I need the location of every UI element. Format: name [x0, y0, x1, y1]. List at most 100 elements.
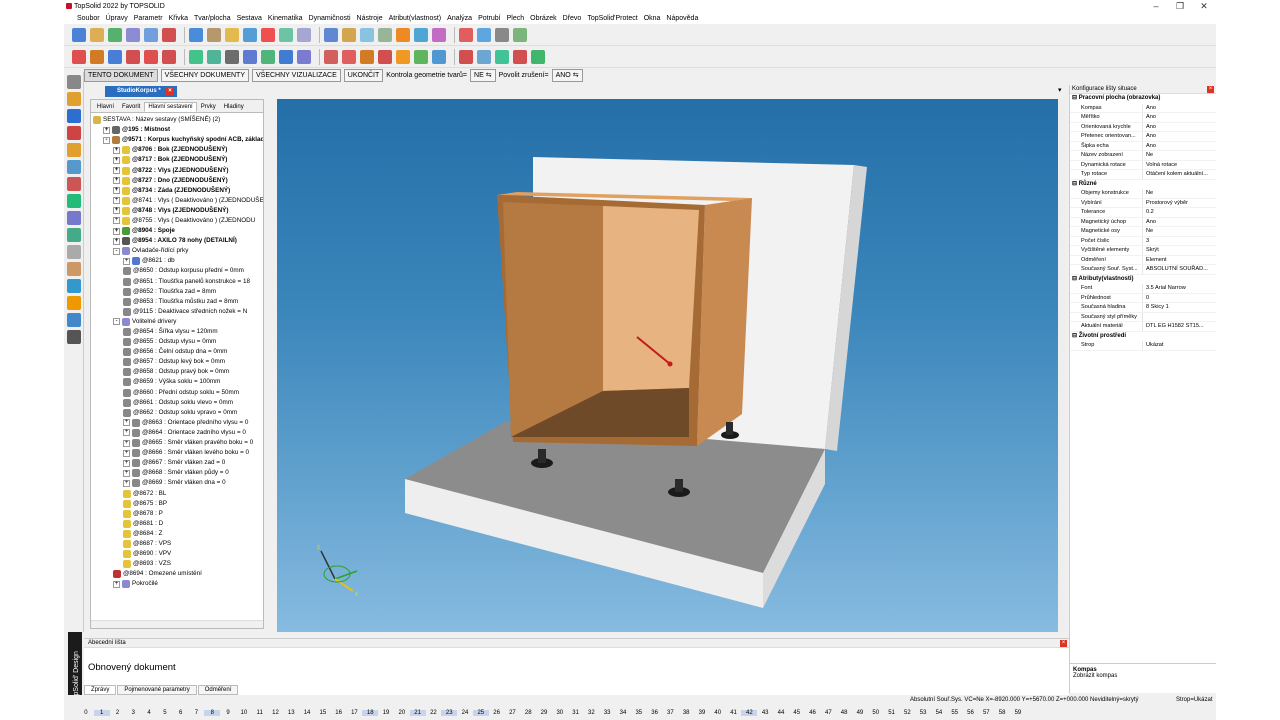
side-tool-icon[interactable] — [67, 296, 81, 310]
tree-node[interactable]: + @8668 : Směr vláken půdy = 0 — [91, 468, 263, 478]
expand-icon[interactable]: + — [123, 419, 130, 427]
side-tool-icon[interactable] — [67, 160, 81, 174]
drawing-tool-icon[interactable] — [279, 49, 293, 64]
main-tool-icon[interactable] — [378, 27, 392, 42]
property-row[interactable]: Vybírání Prostorový výběr — [1070, 198, 1216, 208]
property-row[interactable]: Měřítko Ano — [1070, 113, 1216, 123]
main-tool-icon[interactable] — [126, 27, 140, 42]
drawing-tool-icon[interactable] — [459, 49, 473, 64]
drawing-tool-icon[interactable] — [432, 49, 446, 64]
property-value[interactable]: Ano — [1142, 122, 1216, 131]
document-close-icon[interactable]: × — [166, 87, 174, 95]
layer-number[interactable]: 0 — [78, 710, 94, 716]
expand-icon[interactable]: + — [103, 126, 110, 134]
layer-number[interactable]: 19 — [378, 710, 394, 716]
drawing-tool-icon[interactable] — [495, 49, 509, 64]
main-tool-icon[interactable] — [477, 27, 491, 42]
property-value[interactable]: 0 — [1142, 293, 1216, 302]
property-row[interactable]: Počet číslic 3 — [1070, 236, 1216, 246]
layer-number[interactable]: 53 — [915, 710, 931, 716]
main-tool-icon[interactable] — [432, 27, 446, 42]
property-row[interactable]: Objemy konstrukce Ne — [1070, 189, 1216, 199]
tree-node[interactable]: + @8904 : Spoje — [91, 226, 263, 236]
drawing-tool-icon[interactable] — [126, 49, 140, 64]
property-value[interactable]: Ano — [1142, 141, 1216, 150]
layer-number[interactable]: 50 — [868, 710, 884, 716]
drawing-tool-icon[interactable] — [378, 49, 392, 64]
layer-number[interactable]: 21 — [409, 710, 426, 716]
side-tool-icon[interactable] — [67, 109, 81, 123]
tree-node[interactable]: + @8665 : Směr vláken pravého boku = 0 — [91, 438, 263, 448]
expand-icon[interactable]: + — [123, 459, 130, 467]
tree-node[interactable]: + @8722 : Vlys (ZJEDNODUŠENÝ) — [91, 165, 263, 175]
drawing-tool-icon[interactable] — [324, 49, 338, 64]
main-tool-icon[interactable] — [243, 27, 257, 42]
tree-node[interactable]: @8675 : BP — [91, 499, 263, 509]
layer-number[interactable]: 23 — [441, 710, 458, 716]
message-panel-close-icon[interactable]: × — [1060, 640, 1067, 647]
layer-number[interactable]: 13 — [283, 710, 299, 716]
property-row[interactable]: Magnetický úchop Ano — [1070, 217, 1216, 227]
layer-number[interactable]: 33 — [599, 710, 615, 716]
layer-number[interactable]: 59 — [1010, 710, 1026, 716]
tree-node[interactable]: @8662 : Odstup soklu vpravo = 0mm — [91, 408, 263, 418]
layer-number[interactable]: 58 — [994, 710, 1010, 716]
property-row[interactable]: Aktuální materiál DTL EG H1582 ST15... — [1070, 322, 1216, 332]
tree-node[interactable]: @8652 : Tloušťka zad = 8mm — [91, 287, 263, 297]
layer-number[interactable]: 9 — [220, 710, 236, 716]
layer-number[interactable]: 26 — [489, 710, 505, 716]
layer-number[interactable]: 46 — [805, 710, 821, 716]
tree-node[interactable]: @8654 : Šířka vlysu = 120mm — [91, 327, 263, 337]
menu-item-15[interactable]: TopSolid'Protect — [584, 15, 640, 22]
main-tool-icon[interactable] — [495, 27, 509, 42]
all-visualizations-button[interactable]: VŠECHNY VIZUALIZACE — [252, 68, 341, 82]
layer-number[interactable]: 38 — [678, 710, 694, 716]
side-tool-icon[interactable] — [67, 262, 81, 276]
tab-elements[interactable]: Prvky — [197, 102, 220, 112]
drawing-tool-icon[interactable] — [243, 49, 257, 64]
this-document-button[interactable]: TENTO DOKUMENT — [84, 68, 158, 82]
side-tool-icon[interactable] — [67, 177, 81, 191]
drawing-tool-icon[interactable] — [261, 49, 275, 64]
expand-icon[interactable]: + — [113, 156, 120, 164]
property-section-header[interactable]: ⊟ Atributy(vlastnosti) — [1070, 275, 1216, 285]
property-value[interactable]: Ukázat — [1142, 341, 1216, 350]
layer-number[interactable]: 1 — [93, 710, 110, 716]
property-value[interactable]: Ano — [1142, 103, 1216, 112]
property-row[interactable]: Kompas Ano — [1070, 103, 1216, 113]
menu-item-9[interactable]: Atribut(vlastnost) — [386, 15, 445, 22]
side-tool-icon[interactable] — [67, 126, 81, 140]
side-tool-icon[interactable] — [67, 194, 81, 208]
tree-node[interactable]: + @8663 : Orientace předního vlysu = 0 — [91, 418, 263, 428]
drawing-tool-icon[interactable] — [225, 49, 239, 64]
tree-node[interactable]: @8656 : Čelní odstup dna = 0mm — [91, 347, 263, 357]
tab-named-parameters[interactable]: Pojmenované parametry — [117, 685, 197, 695]
property-value[interactable]: Skrýt — [1142, 246, 1216, 255]
layer-number[interactable]: 42 — [741, 710, 758, 716]
expand-icon[interactable]: + — [123, 479, 130, 487]
layer-number[interactable]: 14 — [299, 710, 315, 716]
property-section-header[interactable]: ⊟ Různé — [1070, 180, 1216, 190]
property-value[interactable]: 3 — [1142, 236, 1216, 245]
tree-node[interactable]: + @8954 : AXILO 78 nohy (DETAILNÍ) — [91, 236, 263, 246]
property-row[interactable]: Současný Souř. Syst... ABSOLUTNÍ SOUŘAD..… — [1070, 265, 1216, 275]
main-tool-icon[interactable] — [207, 27, 221, 42]
layer-number[interactable]: 49 — [852, 710, 868, 716]
drawing-tool-icon[interactable] — [189, 49, 203, 64]
main-tool-icon[interactable] — [342, 27, 356, 42]
layer-number[interactable]: 52 — [899, 710, 915, 716]
drawing-tool-icon[interactable] — [297, 49, 311, 64]
tree-node[interactable]: @8660 : Přední odstup soklu = 50mm — [91, 388, 263, 398]
tree-node[interactable]: + @8748 : Vlys (ZJEDNODUŠENÝ) — [91, 206, 263, 216]
side-tool-icon[interactable] — [67, 228, 81, 242]
property-value[interactable] — [1142, 312, 1216, 321]
drawing-tool-icon[interactable] — [360, 49, 374, 64]
property-value[interactable]: Ne — [1142, 189, 1216, 198]
layer-number[interactable]: 27 — [505, 710, 521, 716]
menu-item-11[interactable]: Potrubí — [475, 15, 504, 22]
tree-node[interactable]: + @195 : Místnost — [91, 125, 263, 135]
tree-node[interactable]: @8657 : Odstup levý bok = 0mm — [91, 357, 263, 367]
property-value[interactable]: 3.5 Arial Narrow — [1142, 284, 1216, 293]
main-tool-icon[interactable] — [513, 27, 527, 42]
layer-number[interactable]: 3 — [125, 710, 141, 716]
